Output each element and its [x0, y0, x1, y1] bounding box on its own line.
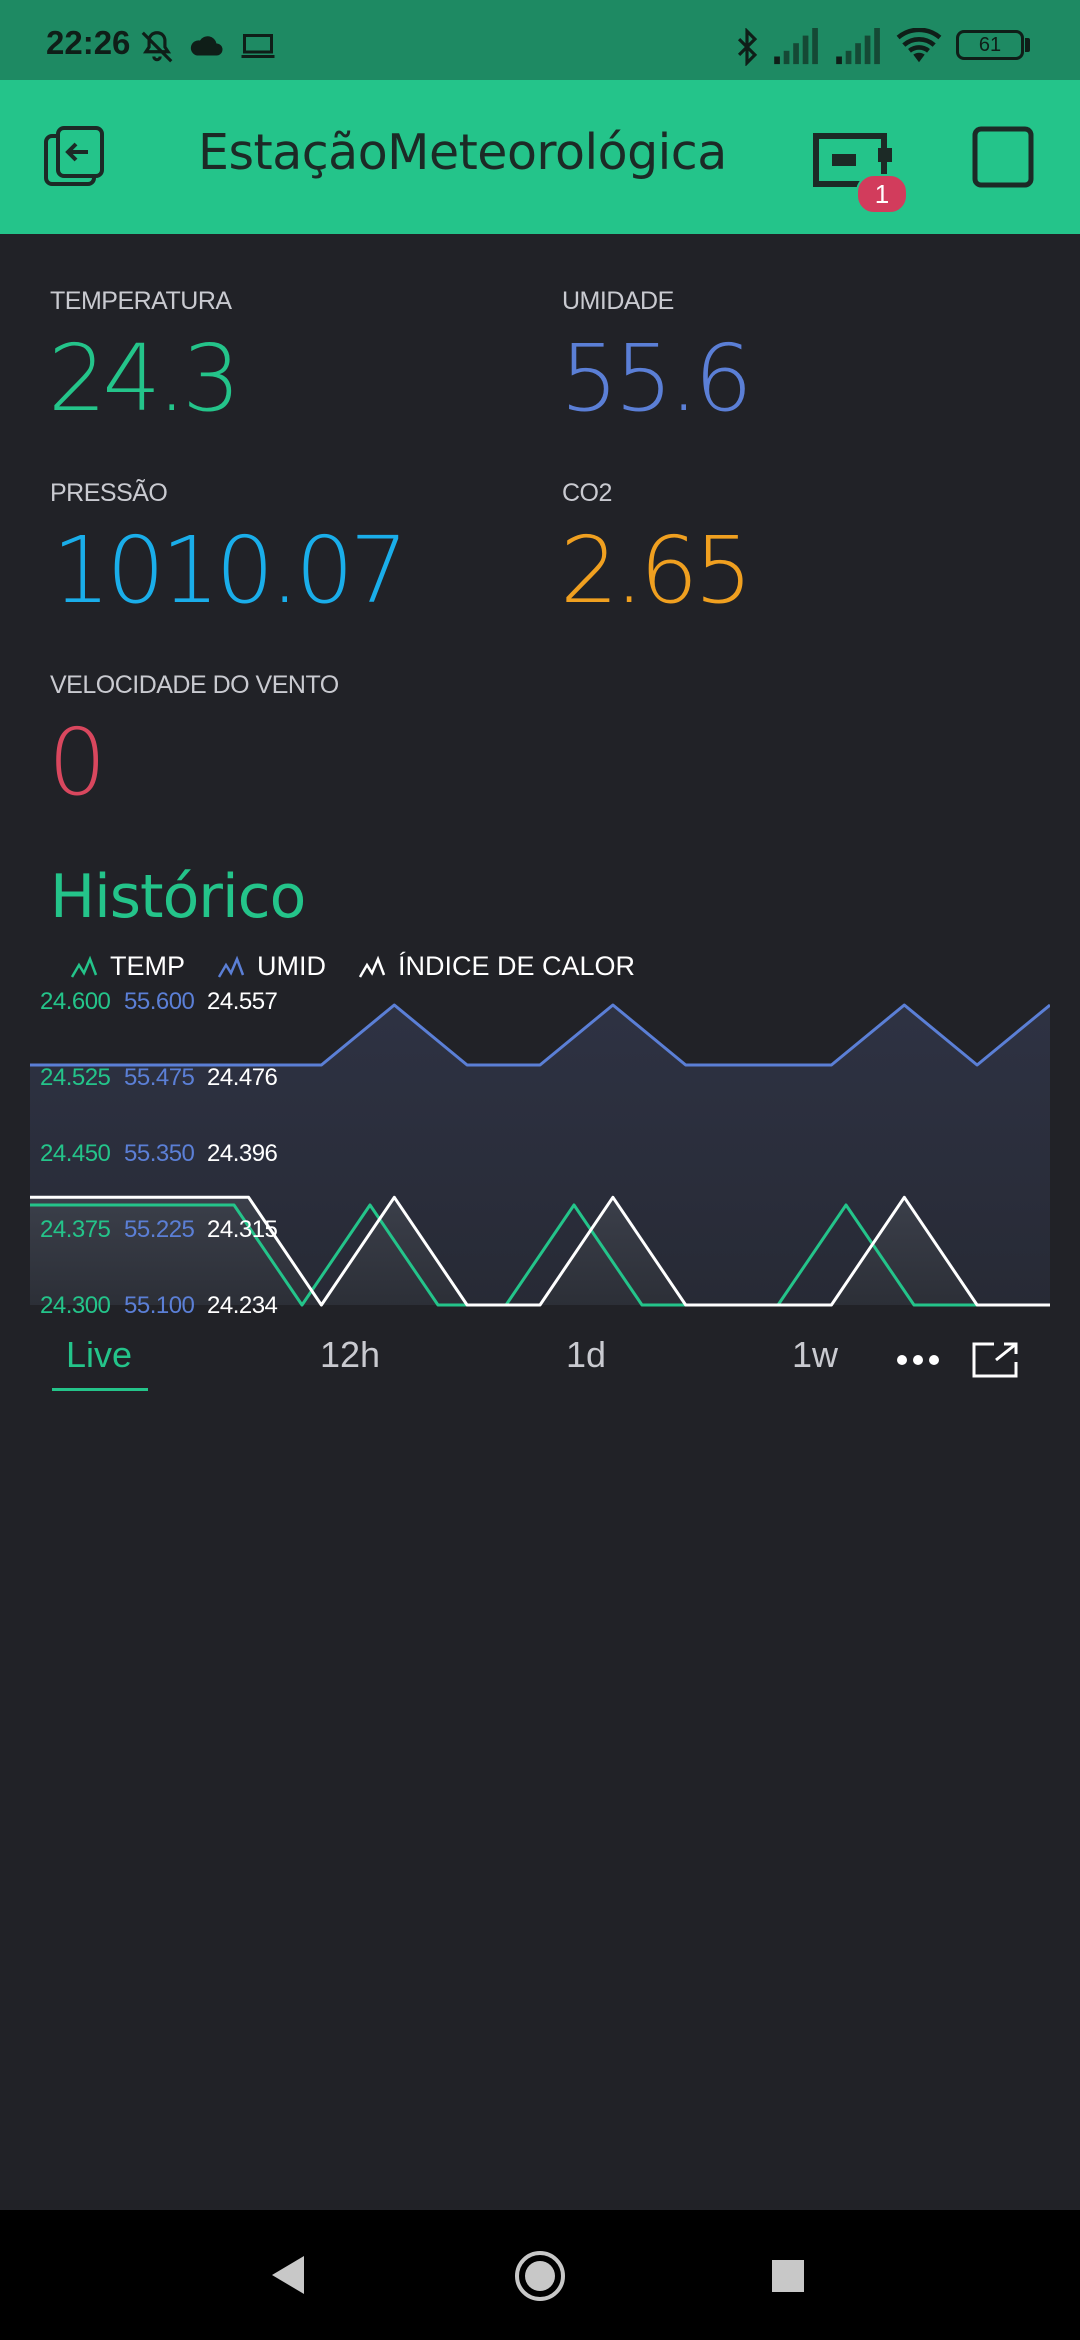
home-icon[interactable]	[512, 2248, 568, 2304]
battery-tip	[1025, 38, 1030, 52]
active-tab-indicator	[52, 1388, 148, 1391]
legend-humidity: UMID	[257, 950, 327, 981]
back-icon[interactable]	[268, 2254, 308, 2296]
y-tick-temp: 24.525	[40, 1064, 111, 1091]
y-tick-temp: 24.450	[40, 1140, 111, 1167]
status-bar: 22:26 61	[0, 0, 1080, 80]
system-nav-bar	[0, 2210, 1080, 2340]
recents-icon[interactable]	[770, 2258, 806, 2294]
metric-label-temperature: TEMPERATURA	[50, 287, 232, 315]
signal-icon	[836, 28, 880, 65]
y-tick-heat-index: 24.476	[207, 1064, 278, 1091]
metric-value-pressure: 1010.07	[52, 517, 408, 624]
y-tick-humidity: 55.600	[124, 988, 195, 1015]
laptop-icon	[241, 34, 275, 58]
signal-icon	[774, 28, 818, 65]
y-tick-heat-index: 24.234	[207, 1292, 278, 1319]
y-tick-temp: 24.600	[40, 988, 111, 1015]
metric-label-humidity: UMIDADE	[562, 287, 674, 315]
legend-temp: TEMP	[110, 950, 186, 981]
battery-icon: 61	[956, 30, 1024, 60]
history-title: Histórico	[50, 862, 306, 932]
humidity-series-icon	[217, 955, 245, 978]
metric-label-wind-speed: VELOCIDADE DO VENTO	[50, 671, 339, 699]
temp-series-icon	[70, 955, 98, 978]
tab-1d[interactable]: 1d	[566, 1334, 606, 1376]
y-tick-humidity: 55.350	[124, 1140, 195, 1167]
tab-live[interactable]: Live	[66, 1334, 132, 1376]
cloud-icon	[190, 36, 223, 56]
bluetooth-icon	[737, 28, 758, 66]
more-dots-icon[interactable]	[894, 1350, 942, 1370]
metric-value-humidity: 55.6	[560, 325, 753, 432]
y-tick-humidity: 55.225	[124, 1216, 195, 1243]
metric-value-co2: 2.65	[560, 517, 753, 624]
heat-index-series-icon	[358, 955, 386, 978]
mute-bell-icon	[141, 31, 173, 63]
time-range-tabs: Live 12h 1d 1w	[0, 1330, 1080, 1400]
metric-value-temperature: 24.3	[48, 325, 241, 432]
metric-value-wind-speed: 0	[48, 709, 107, 816]
legend-heat-index: ÍNDICE DE CALOR	[398, 950, 636, 981]
metric-label-pressure: PRESSÃO	[50, 479, 168, 507]
app-title: EstaçãoMeteorológica	[198, 124, 727, 181]
battery-level: 61	[978, 34, 1002, 56]
y-tick-temp: 24.300	[40, 1292, 111, 1319]
exit-icon[interactable]	[42, 124, 108, 188]
y-tick-heat-index: 24.557	[207, 988, 278, 1015]
wifi-icon	[896, 28, 942, 63]
y-tick-humidity: 55.100	[124, 1292, 195, 1319]
app-bar: EstaçãoMeteorológica 1	[0, 80, 1080, 234]
device-badge: 1	[856, 174, 908, 214]
y-tick-humidity: 55.475	[124, 1064, 195, 1091]
square-icon[interactable]	[972, 126, 1034, 188]
y-tick-temp: 24.375	[40, 1216, 111, 1243]
tab-1w[interactable]: 1w	[792, 1334, 838, 1376]
status-time: 22:26	[46, 24, 131, 61]
y-tick-heat-index: 24.315	[207, 1216, 278, 1243]
metric-label-co2: CO2	[562, 479, 612, 507]
tab-12h[interactable]: 12h	[320, 1334, 380, 1376]
y-tick-heat-index: 24.396	[207, 1140, 278, 1167]
expand-icon[interactable]	[970, 1340, 1020, 1380]
chart-legend: TEMP UMID ÍNDICE DE CALOR	[70, 948, 635, 984]
